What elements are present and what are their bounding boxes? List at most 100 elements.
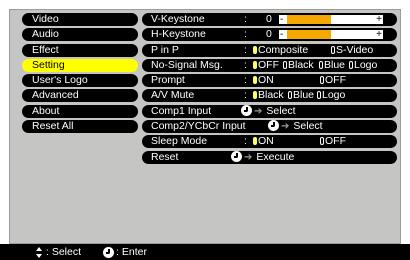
- no-signal-option-label: Blue: [324, 58, 346, 71]
- radio-selected-icon: [253, 137, 257, 146]
- plus-icon: +: [376, 14, 382, 25]
- menu-item-advanced[interactable]: Advanced: [22, 89, 138, 103]
- radio-icon: [319, 60, 323, 69]
- no-signal-option-label: OFF: [258, 58, 279, 71]
- main-menu: Video Audio Effect Setting User's Logo A…: [22, 13, 138, 135]
- radio-icon: [331, 45, 335, 54]
- v-keystone-value: : 0 - +: [235, 13, 397, 26]
- radio-icon: [320, 76, 324, 85]
- radio-icon: [283, 60, 287, 69]
- prompt-option-on[interactable]: ON: [253, 74, 274, 87]
- menu-item-audio[interactable]: Audio: [22, 28, 138, 42]
- no-signal-option-label: Black: [288, 58, 314, 71]
- v-keystone-number: 0: [266, 13, 272, 25]
- prompt-option-off[interactable]: OFF: [320, 74, 346, 87]
- h-keystone-row[interactable]: H-Keystone : 0 - +: [142, 28, 397, 42]
- prompt-colon: :: [244, 74, 247, 87]
- radio-selected-icon: [253, 60, 257, 69]
- radio-icon: [349, 60, 353, 69]
- sleep-mode-option-off[interactable]: OFF: [320, 135, 346, 148]
- menu-item-setting[interactable]: Setting: [22, 58, 138, 72]
- h-keystone-slider[interactable]: - +: [279, 29, 383, 41]
- av-mute-option-blue[interactable]: Blue: [288, 89, 314, 102]
- no-signal-value: : OFF Black Blue Logo: [235, 58, 397, 72]
- footer-enter-hint: : Enter: [116, 246, 147, 258]
- arrow-right-icon: ➔: [244, 151, 253, 163]
- p-in-p-value: : Composite S-Video: [235, 43, 397, 57]
- plus-icon: +: [376, 29, 382, 41]
- comp1-input-value: ➔ Select: [235, 104, 397, 118]
- comp2-input-label: Comp2/YCbCr Input: [142, 120, 264, 134]
- radio-icon: [288, 91, 292, 100]
- av-mute-option-logo[interactable]: Logo: [317, 89, 345, 102]
- minus-icon: -: [280, 14, 284, 25]
- menu-item-effect[interactable]: Effect: [22, 43, 138, 57]
- enter-icon: [231, 150, 242, 162]
- h-keystone-slider-fill: [287, 30, 331, 40]
- enter-icon: [241, 104, 252, 116]
- h-keystone-value: : 0 - +: [235, 28, 397, 42]
- footer-hint-bar: : Select : Enter: [0, 244, 410, 260]
- prompt-option-label: ON: [258, 74, 274, 87]
- arrow-right-icon: ➔: [281, 121, 290, 133]
- h-keystone-colon: :: [244, 28, 247, 41]
- v-keystone-label: V-Keystone: [142, 13, 235, 26]
- menu-item-video[interactable]: Video: [22, 13, 138, 26]
- settings-grid: V-Keystone : 0 - + H-Keystone : 0 - + P …: [142, 13, 397, 166]
- menu-item-users-logo[interactable]: User's Logo: [22, 74, 138, 88]
- menu-item-about[interactable]: About: [22, 104, 138, 118]
- comp2-input-action[interactable]: Select: [293, 120, 322, 132]
- reset-row[interactable]: Reset ➔ Execute: [142, 150, 397, 164]
- sleep-mode-row: Sleep Mode : ON OFF: [142, 135, 397, 149]
- av-mute-label: A/V Mute: [142, 89, 235, 103]
- radio-selected-icon: [253, 76, 257, 85]
- sleep-mode-colon: :: [244, 135, 247, 148]
- footer-select-hint: : Select: [46, 246, 82, 258]
- menu-item-reset-all[interactable]: Reset All: [22, 120, 138, 134]
- prompt-value: : ON OFF: [235, 74, 397, 88]
- enter-icon: [268, 120, 279, 132]
- no-signal-option-black[interactable]: Black: [283, 59, 314, 72]
- av-mute-option-black[interactable]: Black: [253, 89, 284, 102]
- v-keystone-slider[interactable]: - +: [279, 14, 383, 25]
- av-mute-value: : Black Blue Logo: [235, 89, 397, 103]
- comp1-input-label: Comp1 Input: [142, 104, 235, 118]
- prompt-label: Prompt: [142, 74, 235, 88]
- no-signal-option-logo[interactable]: Logo: [349, 59, 377, 72]
- comp1-input-row[interactable]: Comp1 Input ➔ Select: [142, 104, 397, 118]
- v-keystone-slider-fill: [287, 15, 331, 24]
- v-keystone-colon: :: [244, 13, 247, 25]
- prompt-option-label: OFF: [325, 74, 346, 87]
- p-in-p-option-composite[interactable]: Composite: [253, 44, 308, 57]
- reset-value: ➔ Execute: [231, 150, 397, 164]
- no-signal-option-off[interactable]: OFF: [253, 59, 279, 72]
- no-signal-colon: :: [244, 58, 247, 71]
- comp2-input-row[interactable]: Comp2/YCbCr Input ➔ Select: [142, 120, 397, 134]
- radio-selected-icon: [253, 45, 257, 54]
- sleep-mode-option-label: ON: [258, 135, 274, 148]
- av-mute-option-label: Blue: [293, 89, 315, 102]
- av-mute-row: A/V Mute : Black Blue Logo: [142, 89, 397, 103]
- no-signal-label: No-Signal Msg.: [142, 58, 235, 72]
- no-signal-row: No-Signal Msg. : OFF Black Blue Logo: [142, 58, 397, 72]
- p-in-p-row: P in P : Composite S-Video: [142, 43, 397, 57]
- prompt-row: Prompt : ON OFF: [142, 74, 397, 88]
- p-in-p-colon: :: [244, 43, 247, 56]
- no-signal-option-blue[interactable]: Blue: [319, 59, 345, 72]
- up-down-arrows-icon: [36, 246, 43, 258]
- h-keystone-number: 0: [266, 28, 272, 41]
- comp1-input-action[interactable]: Select: [266, 105, 295, 117]
- p-in-p-option-s-video[interactable]: S-Video: [331, 44, 373, 57]
- settings-panel: Video Audio Effect Setting User's Logo A…: [9, 9, 401, 244]
- enter-icon: [103, 246, 115, 258]
- minus-icon: -: [280, 29, 284, 41]
- reset-label: Reset: [142, 150, 235, 164]
- no-signal-option-label: Logo: [354, 58, 378, 71]
- radio-icon: [320, 137, 324, 146]
- p-in-p-label: P in P: [142, 43, 235, 57]
- h-keystone-label: H-Keystone: [142, 28, 235, 42]
- sleep-mode-option-on[interactable]: ON: [253, 135, 274, 148]
- reset-action[interactable]: Execute: [256, 151, 294, 163]
- v-keystone-row[interactable]: V-Keystone : 0 - +: [142, 13, 397, 26]
- av-mute-option-label: Black: [258, 89, 284, 102]
